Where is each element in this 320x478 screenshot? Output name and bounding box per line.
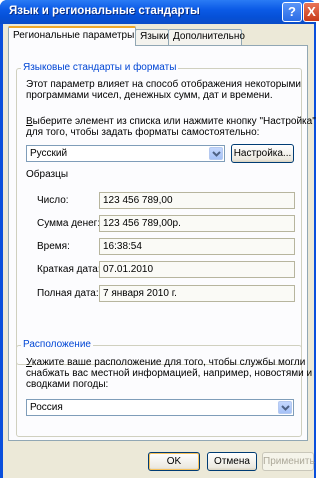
window-title: Язык и региональные стандарты bbox=[9, 5, 200, 17]
location-select[interactable]: Россия bbox=[26, 399, 294, 416]
location-select-value: Россия bbox=[30, 402, 63, 413]
sample-long-date-value: 7 января 2010 г. bbox=[103, 288, 177, 299]
sample-label-time: Время: bbox=[37, 241, 70, 252]
title-bar[interactable]: Язык и региональные стандарты ? X bbox=[0, 0, 320, 24]
standards-group-title: Языковые стандарты и форматы bbox=[21, 62, 179, 73]
sample-number-value: 123 456 789,00 bbox=[103, 195, 173, 206]
sample-label-long-date: Полная дата: bbox=[37, 288, 99, 299]
sample-long-date-field: 7 января 2010 г. bbox=[99, 285, 295, 302]
tab-label: Дополнительно bbox=[173, 31, 245, 42]
sample-label-number: Число: bbox=[37, 195, 69, 206]
ok-button[interactable]: OK bbox=[148, 452, 200, 471]
samples-title: Образцы bbox=[26, 169, 69, 180]
close-icon: X bbox=[307, 4, 316, 19]
standards-description-line2: программами чисел, денежных сумм, дат и … bbox=[26, 90, 273, 101]
tab-regional-options[interactable]: Региональные параметры bbox=[8, 26, 136, 46]
sample-label-currency: Сумма денег: bbox=[37, 218, 101, 229]
locale-dropdown-button[interactable] bbox=[209, 147, 223, 160]
location-description-line3: сводками погоды: bbox=[26, 379, 109, 390]
location-dropdown-button[interactable] bbox=[278, 401, 292, 414]
customize-button[interactable]: Настройка... bbox=[231, 144, 294, 163]
ok-button-label: OK bbox=[166, 456, 182, 467]
chevron-down-icon bbox=[281, 405, 290, 411]
tab-advanced[interactable]: Дополнительно bbox=[168, 29, 245, 45]
sample-currency-value: 123 456 789,00р. bbox=[103, 218, 181, 229]
choose-instruction-line1: Выберите элемент из списка или нажмите к… bbox=[26, 116, 316, 127]
help-button[interactable]: ? bbox=[282, 2, 302, 22]
close-button[interactable]: X bbox=[303, 2, 320, 22]
locale-select-value: Русский bbox=[30, 148, 68, 159]
sample-short-date-field: 07.01.2010 bbox=[99, 261, 295, 278]
apply-button-label: Применить bbox=[263, 456, 315, 467]
standards-description-line1: Этот параметр влияет на способ отображен… bbox=[26, 79, 301, 90]
tab-languages[interactable]: Языки bbox=[135, 29, 169, 45]
choose-instruction-line2: для того, чтобы задать форматы самостоят… bbox=[26, 127, 260, 138]
sample-currency-field: 123 456 789,00р. bbox=[99, 215, 295, 232]
locale-select[interactable]: Русский bbox=[26, 145, 225, 162]
tab-panel: Языковые стандарты и форматы Этот параме… bbox=[8, 45, 316, 441]
tab-label: Языки bbox=[140, 31, 169, 42]
location-description-line2: снабжать вас местной информацией, наприм… bbox=[26, 368, 313, 379]
apply-button[interactable]: Применить bbox=[262, 452, 315, 471]
location-description-line1: Укажите ваше расположение для того, чтоб… bbox=[26, 357, 306, 368]
sample-label-short-date: Краткая дата: bbox=[37, 264, 101, 275]
sample-time-value: 16:38:54 bbox=[103, 241, 142, 252]
sample-short-date-value: 07.01.2010 bbox=[103, 264, 154, 275]
sample-time-field: 16:38:54 bbox=[99, 238, 295, 255]
chevron-down-icon bbox=[212, 151, 221, 157]
sample-number-field: 123 456 789,00 bbox=[99, 192, 295, 209]
location-group-title: Расположение bbox=[21, 339, 93, 350]
cancel-button[interactable]: Отмена bbox=[207, 452, 257, 471]
tab-label: Региональные параметры bbox=[13, 30, 135, 41]
cancel-button-label: Отмена bbox=[214, 456, 250, 467]
customize-button-label: Настройка... bbox=[233, 148, 292, 159]
help-icon: ? bbox=[288, 4, 296, 19]
